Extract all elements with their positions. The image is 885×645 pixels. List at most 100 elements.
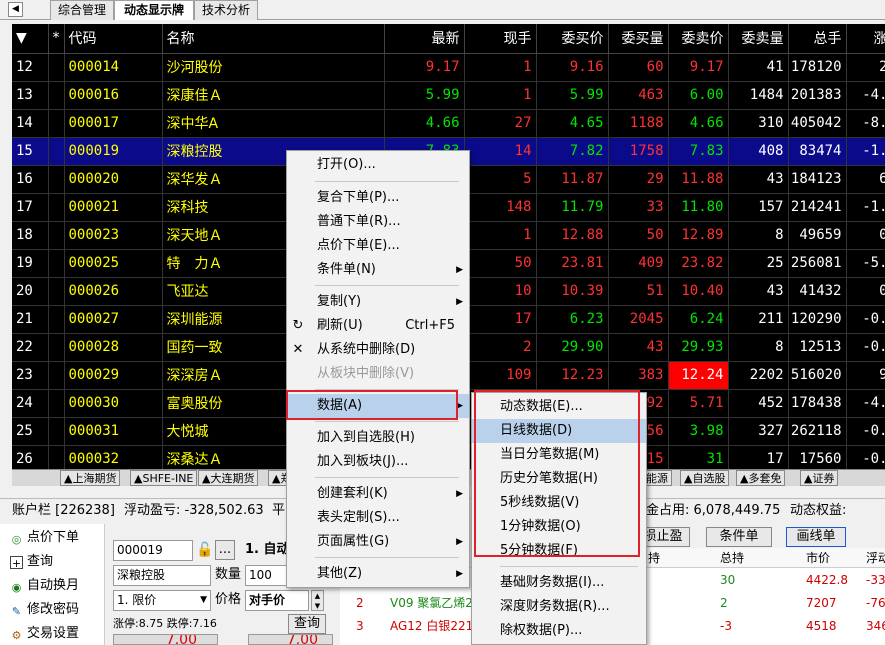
submenu-ex-rights[interactable]: 除权数据(P)... xyxy=(472,619,646,643)
table-cell: 8 xyxy=(728,333,789,362)
buy-button[interactable]: 7.00 xyxy=(113,634,218,645)
price-type-select[interactable]: 1. 限价 ▼ xyxy=(113,590,211,611)
column-header[interactable]: 委卖价 xyxy=(668,24,729,54)
column-header[interactable]: 总手 xyxy=(788,24,847,54)
table-cell: 000027 xyxy=(64,305,163,334)
menu-header-custom[interactable]: 表头定制(S)... xyxy=(287,506,469,530)
table-row[interactable]: 12000014沙河股份9.1719.16609.17411781202 xyxy=(12,53,885,82)
table-cell: 000029 xyxy=(64,361,163,390)
position-cell: 4422.8 xyxy=(806,573,848,587)
table-cell: 310 xyxy=(728,109,789,138)
table-cell xyxy=(48,221,65,250)
column-header[interactable]: ▼ xyxy=(12,24,49,54)
menu-delete-from-system[interactable]: ✕ 从系统中删除(D) xyxy=(287,338,469,362)
table-cell: 405042 xyxy=(788,109,847,138)
column-header[interactable]: * xyxy=(48,24,65,54)
account-id: 账户栏 [226238] xyxy=(12,503,115,518)
sell-button[interactable]: 7.00 xyxy=(248,634,333,645)
code-input[interactable]: 000019 xyxy=(113,540,193,561)
column-header[interactable]: 委买价 xyxy=(536,24,609,54)
menu-compound-order[interactable]: 复合下单(P)... xyxy=(287,186,469,210)
table-cell: 10.39 xyxy=(536,277,609,306)
sheet-tab-shfe-ine[interactable]: ▲SHFE-INE xyxy=(130,470,198,486)
column-header[interactable]: 涨 xyxy=(846,24,885,54)
price-spinner[interactable]: ▲ ▼ xyxy=(311,590,324,611)
nav-query[interactable]: + 查询 xyxy=(10,551,53,573)
column-header[interactable]: 委卖量 xyxy=(728,24,789,54)
table-cell: 7.82 xyxy=(536,137,609,166)
tab-technical-analysis[interactable]: 技术分析 xyxy=(194,0,258,20)
sheet-tab-shanghai-futures[interactable]: ▲上海期货 xyxy=(60,470,121,486)
tab-comprehensive-management[interactable]: 综合管理 xyxy=(50,0,114,20)
sheet-tab-dalian-futures[interactable]: ▲大连期货 xyxy=(198,470,259,486)
menu-separator xyxy=(500,566,638,567)
sheet-tab-watchlist[interactable]: ▲自选股 xyxy=(680,470,730,486)
nav-auto-rollover[interactable]: ◉ 自动换月 xyxy=(10,575,79,597)
table-cell: 11.88 xyxy=(668,165,729,194)
table-cell: 22 xyxy=(12,333,49,362)
table-cell: 4.65 xyxy=(536,109,609,138)
table-cell: 2 xyxy=(464,333,537,362)
price-input[interactable]: 对手价 xyxy=(245,590,309,611)
lock-icon[interactable]: 🔓 xyxy=(196,541,213,559)
table-cell: 17560 xyxy=(788,445,847,469)
table-cell: 26 xyxy=(12,445,49,469)
table-cell: 178438 xyxy=(788,389,847,418)
menu-create-arbitrage[interactable]: 创建套利(K) ▶ xyxy=(287,482,469,506)
refresh-icon: ↻ xyxy=(292,318,304,333)
menu-add-watchlist[interactable]: 加入到自选股(H) xyxy=(287,426,469,450)
menu-condition-order[interactable]: 条件单(N) ▶ xyxy=(287,258,469,282)
nav-change-password[interactable]: ✎ 修改密码 xyxy=(10,599,79,621)
menu-point-order[interactable]: 点价下单(E)... xyxy=(287,234,469,258)
menu-refresh[interactable]: ↻ 刷新(U) Ctrl+F5 xyxy=(287,314,469,338)
menu-copy[interactable]: 复制(Y) ▶ xyxy=(287,290,469,314)
table-row[interactable]: 14 000017 深中华A 4.66 27 4.65 1188 4.66 310 405042-… xyxy=(12,109,885,138)
submenu-basic-financial[interactable]: 基础财务数据(I)... xyxy=(472,571,646,595)
sheet-tab-securities[interactable]: ▲证券 xyxy=(800,470,839,486)
column-header[interactable]: 最新 xyxy=(384,24,465,54)
table-row[interactable]: 13 000016 深康佳Ａ 5.99 1 5.99 463 6.00 1484 201383 -4… xyxy=(12,81,885,110)
table-cell: 12.89 xyxy=(668,221,729,250)
table-cell: 6 xyxy=(846,165,885,194)
nav-trade-settings[interactable]: ⚙ 交易设置 xyxy=(10,623,79,645)
menu-open[interactable]: 打开(O)... xyxy=(287,153,469,177)
sheet-tab-multi-set[interactable]: ▲多套免 xyxy=(736,470,786,486)
table-cell: 17 xyxy=(12,193,49,222)
table-cell: 000020 xyxy=(64,165,163,194)
menu-page-properties[interactable]: 页面属性(G) ▶ xyxy=(287,530,469,554)
nav-point-order[interactable]: ◎ 点价下单 xyxy=(10,527,79,549)
tab-scroll-left-button[interactable]: ◀ xyxy=(8,2,23,17)
position-cell: 4518 xyxy=(806,619,837,633)
table-cell: 9.16 xyxy=(536,53,609,82)
column-header[interactable]: 代码 xyxy=(64,24,163,54)
column-header[interactable]: 名称 xyxy=(162,24,385,54)
mode-select[interactable]: 1. 自动 xyxy=(245,540,290,560)
menu-separator xyxy=(315,477,459,478)
table-cell: 16 xyxy=(12,165,49,194)
table-cell: 14 xyxy=(12,109,49,138)
line-order-button[interactable]: 画线单 xyxy=(786,527,846,547)
position-cell: V09 聚氯乙烯2 xyxy=(390,596,473,610)
menu-normal-order[interactable]: 普通下单(R)... xyxy=(287,210,469,234)
table-cell: -4. xyxy=(846,81,885,110)
table-cell xyxy=(48,417,65,446)
table-cell: -0. xyxy=(846,305,885,334)
table-cell: 29.93 xyxy=(668,333,729,362)
menu-add-to-block[interactable]: 加入到板块(J)... xyxy=(287,450,469,474)
table-cell: 24 xyxy=(12,389,49,418)
table-cell: 25 xyxy=(12,417,49,446)
submenu-deep-financial[interactable]: 深度财务数据(R)... xyxy=(472,595,646,619)
tab-dynamic-board[interactable]: 动态显示牌 xyxy=(114,0,194,20)
table-cell: 0 xyxy=(846,221,885,250)
condition-order-button[interactable]: 条件单 xyxy=(706,527,772,547)
menu-other[interactable]: 其他(Z) ▶ xyxy=(287,562,469,586)
table-cell: -8. xyxy=(846,109,885,138)
table-cell: 51 xyxy=(608,277,669,306)
table-cell: 262118 xyxy=(788,417,847,446)
query-button[interactable]: 查询 xyxy=(288,614,326,634)
column-header[interactable]: 现手 xyxy=(464,24,537,54)
table-cell: 5 xyxy=(464,165,537,194)
column-header[interactable]: 委买量 xyxy=(608,24,669,54)
more-button[interactable]: ... xyxy=(215,540,235,560)
menu-separator xyxy=(315,557,459,558)
